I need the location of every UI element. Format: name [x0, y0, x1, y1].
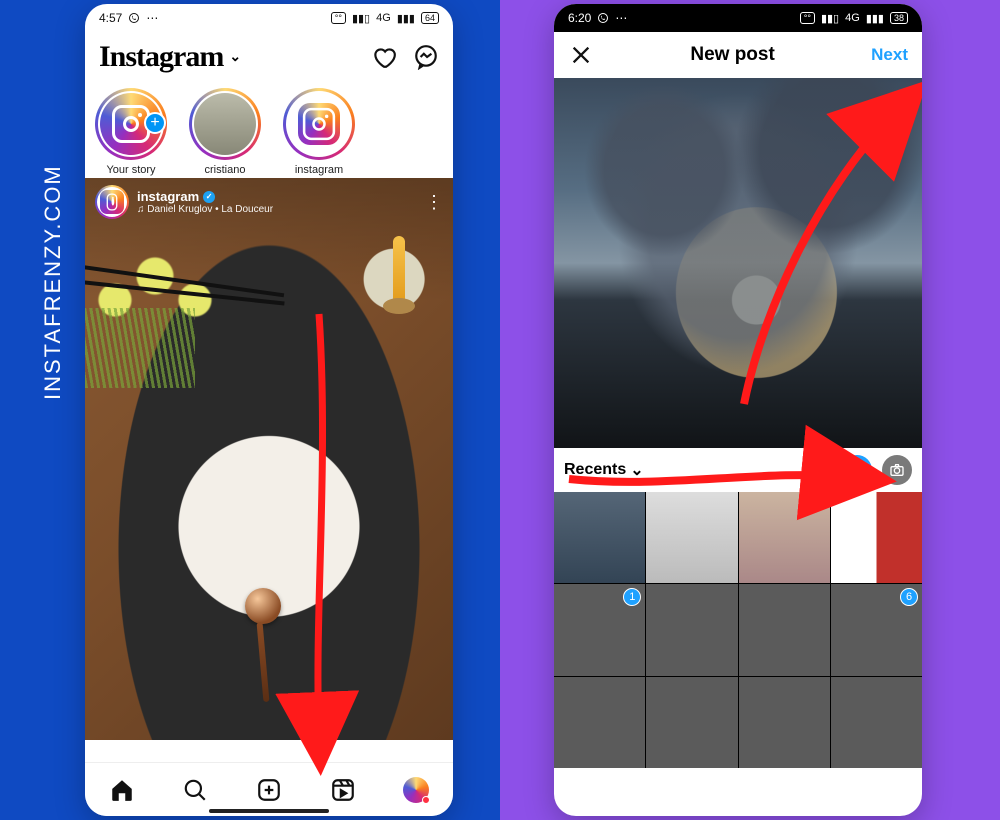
album-selector-bar: Recents ⌄: [554, 448, 922, 492]
status-bar: 6:20 ⋯ °° ▮▮▯ 4G ▮▮▮ 38: [554, 4, 922, 32]
network-label: 4G: [376, 12, 391, 24]
story-label: cristiano: [205, 164, 246, 176]
status-time: 6:20: [568, 11, 591, 25]
multi-select-icon[interactable]: [842, 455, 872, 485]
gallery-thumb[interactable]: 1: [554, 584, 645, 675]
story-cristiano[interactable]: cristiano: [189, 88, 261, 176]
status-more: ⋯: [146, 11, 158, 25]
status-more: ⋯: [615, 11, 627, 25]
logo-text: Instagram: [99, 40, 223, 74]
post-more-icon[interactable]: ⋮: [425, 192, 443, 213]
signal-icon: ▮▮▯: [352, 12, 370, 25]
messenger-icon[interactable]: [413, 44, 439, 70]
gallery-thumb[interactable]: 6: [831, 584, 922, 675]
new-post-header: New post Next: [554, 32, 922, 78]
gallery-thumb[interactable]: [554, 492, 645, 583]
story-instagram[interactable]: instagram: [283, 88, 355, 176]
gallery-thumb[interactable]: [739, 584, 830, 675]
chevron-down-icon: ⌄: [630, 460, 643, 480]
story-label: Your story: [106, 164, 155, 176]
battery-icon: 64: [421, 12, 439, 24]
home-indicator: [209, 809, 329, 813]
network-label: 4G: [845, 12, 860, 24]
post-username[interactable]: instagram ✓: [137, 189, 273, 204]
tab-search[interactable]: [182, 777, 208, 803]
sim-icon: °°: [800, 12, 815, 24]
signal-icon-2: ▮▮▮: [397, 12, 415, 25]
signal-icon-2: ▮▮▮: [866, 12, 884, 25]
post-image[interactable]: [85, 178, 453, 740]
gallery-thumb[interactable]: [831, 492, 922, 583]
phone-instagram-feed: 4:57 ⋯ °° ▮▮▯ 4G ▮▮▮ 64 Instagram ⌄: [85, 4, 453, 816]
album-dropdown[interactable]: Recents ⌄: [564, 460, 644, 480]
photo-gallery: 1 6: [554, 492, 922, 768]
plus-icon: +: [144, 112, 166, 134]
tab-reels[interactable]: [330, 777, 356, 803]
battery-icon: 38: [890, 12, 908, 24]
tab-profile[interactable]: [403, 777, 429, 803]
selection-badge: 1: [623, 588, 641, 606]
story-your-story[interactable]: + Your story: [95, 88, 167, 176]
post-avatar[interactable]: [95, 185, 129, 219]
selection-badge: 6: [900, 588, 918, 606]
tab-home[interactable]: [109, 777, 135, 803]
camera-icon[interactable]: [882, 455, 912, 485]
app-header: Instagram ⌄: [85, 32, 453, 80]
page-title: New post: [690, 44, 774, 66]
phone-new-post: 6:20 ⋯ °° ▮▮▯ 4G ▮▮▮ 38 New post Next: [554, 4, 922, 816]
verified-icon: ✓: [203, 191, 215, 203]
close-icon[interactable]: [568, 42, 594, 68]
instagram-logo[interactable]: Instagram ⌄: [99, 40, 240, 74]
bottom-tabbar: [85, 762, 453, 816]
status-time: 4:57: [99, 11, 122, 25]
gallery-thumb[interactable]: [739, 677, 830, 768]
tab-create[interactable]: [256, 777, 282, 803]
gallery-thumb[interactable]: [646, 584, 737, 675]
story-label: instagram: [295, 164, 343, 176]
feed-post[interactable]: instagram ✓ ♫ Daniel Kruglov • La Douceu…: [85, 178, 453, 740]
signal-icon: ▮▮▯: [821, 12, 839, 25]
gallery-thumb[interactable]: [554, 677, 645, 768]
chevron-down-icon: ⌄: [229, 49, 240, 66]
activity-heart-icon[interactable]: [371, 44, 397, 70]
photo-preview[interactable]: [554, 78, 922, 448]
gallery-thumb[interactable]: [739, 492, 830, 583]
next-button[interactable]: Next: [871, 45, 908, 65]
gallery-thumb[interactable]: [646, 677, 737, 768]
status-bar: 4:57 ⋯ °° ▮▮▯ 4G ▮▮▮ 64: [85, 4, 453, 32]
whatsapp-icon: [128, 12, 140, 24]
whatsapp-icon: [597, 12, 609, 24]
stories-tray[interactable]: + Your story cristiano instagram: [85, 80, 453, 178]
post-music[interactable]: ♫ Daniel Kruglov • La Douceur: [137, 204, 273, 215]
sim-icon: °°: [331, 12, 346, 24]
gallery-thumb[interactable]: [646, 492, 737, 583]
gallery-thumb[interactable]: [831, 677, 922, 768]
